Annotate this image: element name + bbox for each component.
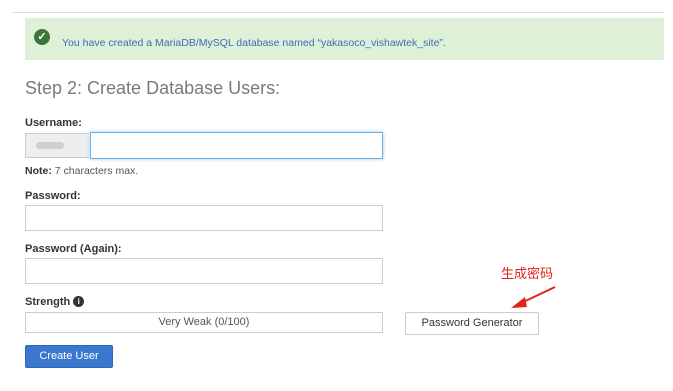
strength-label: Strength bbox=[25, 296, 71, 308]
password-input[interactable] bbox=[25, 205, 383, 231]
strength-label-row: Strength i bbox=[25, 296, 85, 308]
password-again-input[interactable] bbox=[25, 258, 383, 284]
check-circle-icon: ✓ bbox=[34, 29, 50, 45]
username-prefix-blurred-text bbox=[36, 142, 64, 149]
red-annotation-label: 生成密码 bbox=[501, 266, 554, 281]
password-strength-meter: Very Weak (0/100) bbox=[25, 312, 383, 333]
strength-meter-text: Very Weak (0/100) bbox=[158, 316, 250, 328]
username-note: Note: 7 characters max. bbox=[25, 165, 138, 177]
password-again-label: Password (Again): bbox=[25, 243, 122, 255]
top-divider bbox=[13, 12, 664, 13]
alert-message: You have created a MariaDB/MySQL databas… bbox=[62, 37, 446, 49]
note-text: 7 characters max. bbox=[51, 165, 139, 177]
create-user-button[interactable]: Create User bbox=[25, 345, 113, 368]
red-arrow-icon bbox=[511, 286, 556, 308]
note-label: Note: bbox=[25, 165, 52, 177]
success-alert: ✓ You have created a MariaDB/MySQL datab… bbox=[25, 18, 664, 60]
info-circle-icon[interactable]: i bbox=[73, 296, 85, 307]
username-input[interactable] bbox=[90, 132, 383, 159]
username-prefix bbox=[25, 133, 89, 158]
page-title: Step 2: Create Database Users: bbox=[25, 78, 281, 98]
password-generator-button[interactable]: Password Generator bbox=[405, 312, 539, 335]
username-label: Username: bbox=[25, 117, 82, 129]
password-label: Password: bbox=[25, 190, 81, 202]
